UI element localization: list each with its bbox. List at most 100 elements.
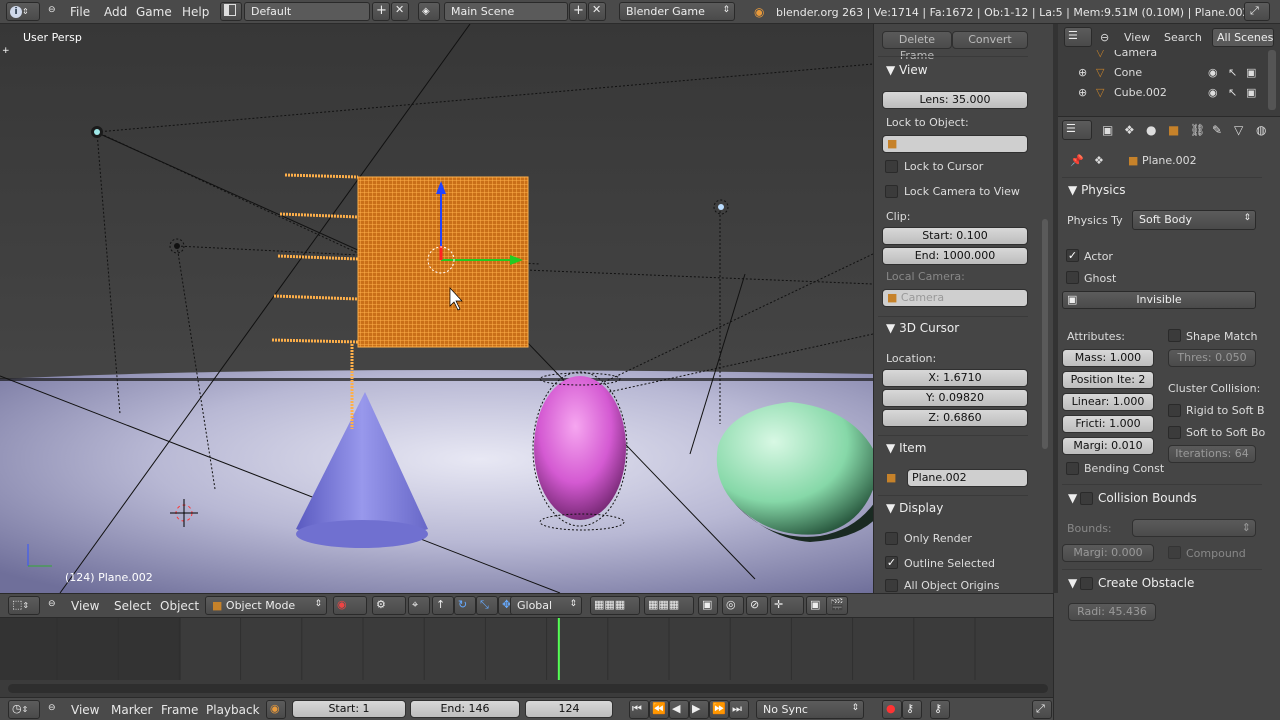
jump-end-icon[interactable]: ⏭ — [729, 700, 749, 719]
cursor-select-icon[interactable]: ↖ — [1228, 66, 1237, 79]
menu-help[interactable]: Help — [182, 5, 209, 19]
pivot-select[interactable]: ⚙ — [372, 596, 406, 615]
scale-icon[interactable]: ⤡ — [476, 596, 498, 615]
manipulator-toggle[interactable]: ⌖ — [408, 596, 430, 615]
margin-field[interactable]: Margi: 0.010 — [1062, 437, 1154, 455]
end-frame-field[interactable]: End: 146 — [410, 700, 520, 718]
cursor-z-field[interactable]: Z: 0.6860 — [882, 409, 1028, 427]
jump-key-back-icon[interactable]: ⏪ — [649, 700, 669, 719]
engine-select[interactable]: Blender Game ⇕ — [619, 2, 735, 21]
render-tab-icon[interactable]: ▣ — [1102, 123, 1113, 137]
collapse-menu-icon[interactable]: ⊖ — [48, 599, 56, 609]
convert-button[interactable]: Convert — [952, 31, 1028, 49]
camera-render-icon[interactable]: ▣ — [1246, 66, 1256, 79]
delete-scene-icon[interactable]: ✕ — [588, 2, 606, 21]
all-origins-checkbox[interactable] — [885, 579, 898, 592]
menu-game[interactable]: Game — [136, 5, 172, 19]
lens-field[interactable]: Lens: 35.000 — [882, 91, 1028, 109]
cursor-select-icon[interactable]: ↖ — [1228, 86, 1237, 99]
snap-icon[interactable]: ⊘ — [746, 596, 768, 615]
physics-panel-header[interactable]: ▼ Physics — [1068, 183, 1125, 197]
delete-frame-button[interactable]: Delete Frame — [882, 31, 952, 62]
add-layout-icon[interactable]: + — [372, 2, 390, 21]
soft-to-soft-checkbox[interactable] — [1168, 426, 1181, 439]
object-tab-icon[interactable]: ■ — [1168, 123, 1179, 137]
menu-file[interactable]: File — [70, 5, 90, 19]
bending-const-checkbox[interactable] — [1066, 462, 1079, 475]
clip-start-field[interactable]: Start: 0.100 — [882, 227, 1028, 245]
linear-field[interactable]: Linear: 1.000 — [1062, 393, 1154, 411]
view-menu[interactable]: View — [71, 599, 99, 613]
shape-match-checkbox[interactable] — [1168, 329, 1181, 342]
layout-name-field[interactable]: Default — [244, 2, 370, 21]
editor-type-button[interactable]: i ⇕ — [6, 2, 40, 21]
margin2-field[interactable]: Margi: 0.000 — [1062, 544, 1154, 562]
mode-select[interactable]: ■ Object Mode ⇕ — [205, 596, 327, 615]
iterations-field[interactable]: Iterations: 64 — [1168, 445, 1256, 463]
snap-target-icon[interactable]: ✛ — [770, 596, 804, 615]
collision-bounds-checkbox[interactable] — [1080, 492, 1093, 505]
outliner-editor-button[interactable]: ☰ — [1064, 27, 1092, 47]
corner-icon[interactable]: ⤢ — [1032, 700, 1052, 719]
threshold-field[interactable]: Thres: 0.050 — [1168, 349, 1256, 367]
record-icon[interactable]: ● — [882, 700, 902, 719]
world-tab-icon[interactable]: ● — [1146, 123, 1156, 137]
jump-start-icon[interactable]: ⏮ — [629, 700, 649, 719]
npanel-scrollbar[interactable] — [1042, 219, 1048, 449]
orientation-select[interactable]: Global ⇕ — [510, 596, 582, 615]
expand-icon[interactable]: ⊕ — [1078, 86, 1087, 99]
object-menu[interactable]: Object — [160, 599, 199, 613]
collision-bounds-header[interactable]: ▼ — [1068, 491, 1077, 505]
item-name-field[interactable]: Plane.002 — [907, 469, 1028, 487]
render-preview-icon[interactable]: ▣ — [806, 596, 828, 615]
create-obstacle-checkbox[interactable] — [1080, 577, 1093, 590]
modifier-tab-icon[interactable]: ✎ — [1212, 123, 1222, 137]
outliner-scrollbar[interactable] — [1268, 50, 1276, 110]
lock-layers-icon[interactable]: ▣ — [698, 596, 718, 615]
collapse-menu-icon[interactable]: ⊖ — [48, 703, 56, 713]
cursor-x-field[interactable]: X: 1.6710 — [882, 369, 1028, 387]
list-item[interactable]: ⊕ ▽ Cone ◉ ↖ ▣ — [1058, 64, 1268, 82]
all-scenes-select[interactable]: All Scenes — [1212, 28, 1274, 47]
list-item[interactable]: ▽ Camera — [1058, 50, 1268, 62]
layer-buttons-1[interactable]: ▦▦▦ — [590, 596, 640, 615]
3d-viewport[interactable]: User Persp (124) Plane.002 + — [0, 24, 873, 593]
props-editor-button[interactable]: ☰ — [1062, 120, 1092, 140]
start-frame-field[interactable]: Start: 1 — [292, 700, 406, 718]
radius-field[interactable]: Radi: 45.436 — [1068, 603, 1156, 621]
playback-menu[interactable]: Playback — [206, 703, 260, 717]
marker-menu[interactable]: Marker — [111, 703, 152, 717]
viewport-editor-button[interactable]: ⬚⇕ — [8, 596, 40, 615]
rotate-icon[interactable]: ↻ — [454, 596, 476, 615]
scene-browse-button[interactable]: ◈ — [418, 2, 440, 21]
clip-end-field[interactable]: End: 1000.000 — [882, 247, 1028, 265]
position-iterations-field[interactable]: Position Ite: 2 — [1062, 371, 1154, 389]
collapse-icon[interactable]: ⊖ — [1100, 31, 1109, 44]
cursor-y-field[interactable]: Y: 0.09820 — [882, 389, 1028, 407]
lock-to-cursor-checkbox[interactable] — [885, 160, 898, 173]
camera-render-icon[interactable]: ▣ — [1246, 86, 1256, 99]
translate-icon[interactable]: ↑ — [432, 596, 454, 615]
compound-checkbox[interactable] — [1168, 546, 1181, 559]
create-obstacle-header[interactable]: ▼ — [1068, 576, 1077, 590]
layer-buttons-2[interactable]: ▦▦▦ — [644, 596, 694, 615]
menu-add[interactable]: Add — [104, 5, 127, 19]
timeline[interactable]: -40-200204060801001201401601802002202402… — [0, 617, 1053, 698]
outline-selected-checkbox[interactable]: ✓ — [885, 556, 898, 569]
sync-select[interactable]: No Sync ⇕ — [756, 700, 864, 719]
tl-view-menu[interactable]: View — [71, 703, 99, 717]
pin-icon[interactable]: 📌 — [1070, 154, 1084, 167]
outliner-view-menu[interactable]: View — [1124, 31, 1150, 44]
constraint-tab-icon[interactable]: ⛓ — [1190, 123, 1205, 137]
expand-icon[interactable]: ⊕ — [1078, 66, 1087, 79]
actor-checkbox[interactable]: ✓ — [1066, 249, 1079, 262]
local-camera-field[interactable]: ■ Camera — [882, 289, 1028, 307]
select-menu[interactable]: Select — [114, 599, 151, 613]
toolbar-plus-icon[interactable]: + — [2, 46, 10, 56]
material-tab-icon[interactable]: ◍ — [1256, 123, 1266, 137]
item-panel-header[interactable]: ▼ Item — [886, 441, 926, 455]
only-render-checkbox[interactable] — [885, 532, 898, 545]
cursor-panel-header[interactable]: ▼ 3D Cursor — [886, 321, 959, 335]
view-panel-header[interactable]: ▼ View — [886, 63, 928, 77]
scene-tab-icon[interactable]: ❖ — [1124, 123, 1135, 137]
